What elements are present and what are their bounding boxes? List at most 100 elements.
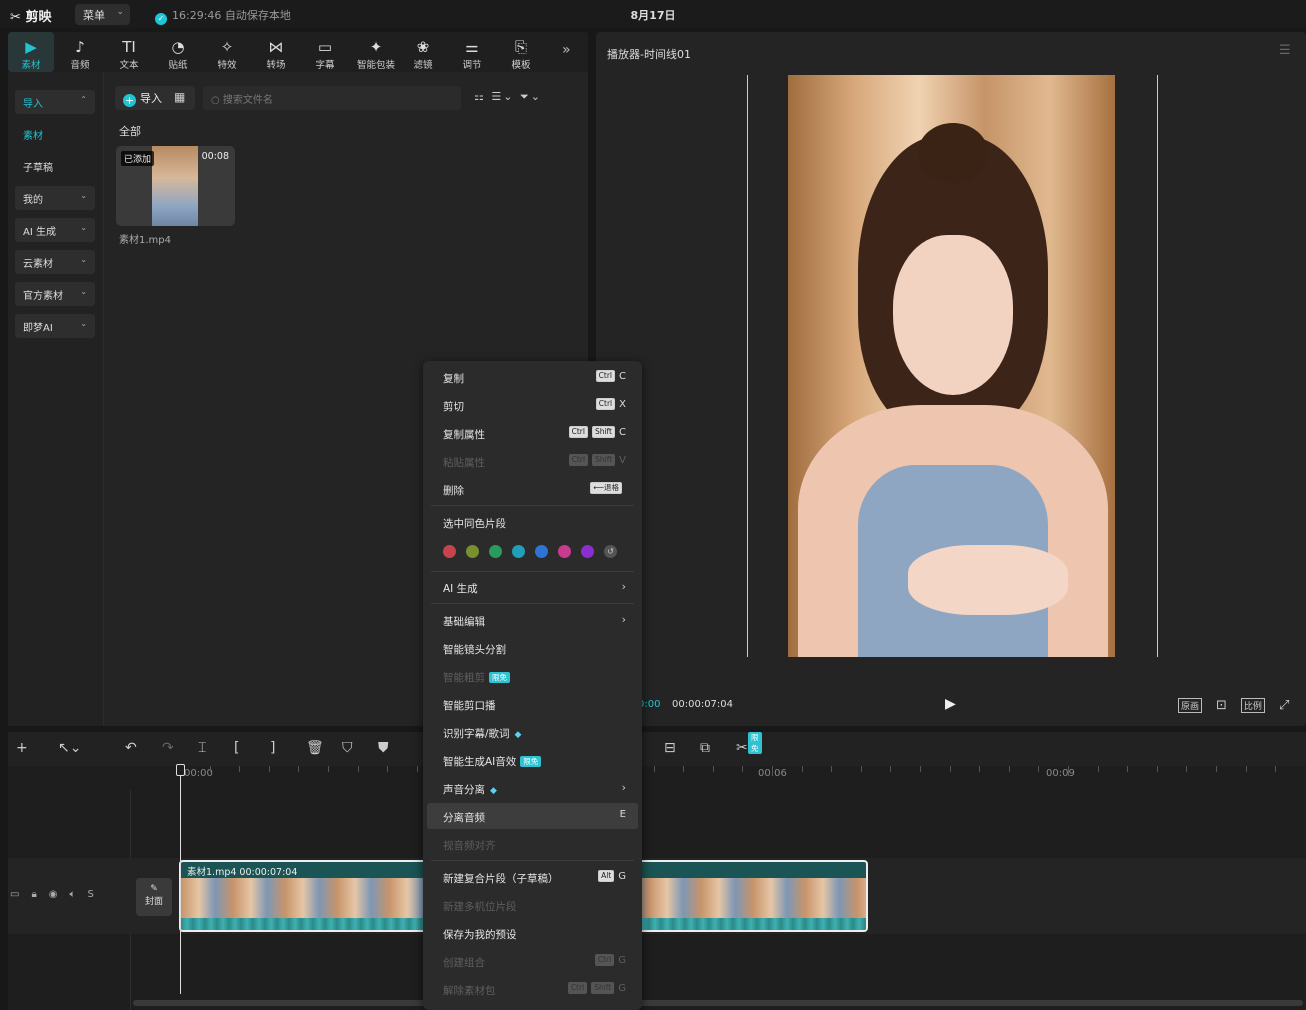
tab-audio[interactable]: ♪ 音频	[57, 32, 103, 72]
filter-sort-icon[interactable]: ⏷⌄	[520, 90, 542, 103]
solo-icon[interactable]: S	[88, 889, 94, 900]
key-backspace: ⟵退格	[590, 482, 622, 494]
tab-effects[interactable]: ✧ 特效	[204, 32, 250, 72]
select-tool-icon[interactable]: ↖⌄	[58, 740, 81, 756]
shield-icon[interactable]: ⛊	[378, 740, 389, 756]
tab-filter[interactable]: ❀ 滤镜	[400, 32, 446, 72]
fullscreen-icon[interactable]: ⤢	[1277, 698, 1291, 713]
menu-item-label: 解除素材包	[443, 985, 496, 997]
video-preview[interactable]	[788, 75, 1115, 657]
grid-icon[interactable]: ▦	[174, 90, 185, 104]
lock-icon[interactable]: 🔒︎	[31, 889, 36, 900]
menu-divider	[431, 505, 634, 506]
cover-button[interactable]: ✎ 封面	[136, 878, 172, 916]
sidebar-item-subdraft[interactable]: 子草稿	[15, 154, 95, 178]
sidebar-item-jimeng[interactable]: 即梦AI ⌄	[15, 314, 95, 338]
menu-item-separate-audio[interactable]: 分离音频 E	[427, 803, 638, 829]
tab-text[interactable]: TI 文本	[106, 32, 152, 72]
menu-item-voice-separation[interactable]: 声音分离 ◆ ›	[423, 775, 642, 801]
sidebar-item-media[interactable]: 素材	[15, 122, 95, 146]
original-quality-button[interactable]: 原画	[1178, 698, 1203, 713]
track-toggle-icon[interactable]: ▭	[10, 889, 19, 900]
timeline-scrollbar[interactable]	[133, 1000, 1303, 1006]
menu-item-delete[interactable]: 删除 ⟵退格	[423, 476, 642, 502]
ruler-tick	[357, 766, 359, 772]
tab-label: 素材	[21, 60, 41, 71]
duration-label: 00:08	[201, 151, 229, 162]
speaker-icon[interactable]: 🔈︎	[70, 889, 76, 900]
chevron-right-icon: ›	[621, 613, 626, 626]
split-icon[interactable]: ⌶	[198, 740, 206, 756]
menu-item-basic-edit[interactable]: 基础编辑 ›	[423, 607, 642, 633]
caption-edit-icon[interactable]: ⊟	[664, 740, 676, 756]
timeline-ruler[interactable]: 00:00 00:06 00:09	[180, 766, 1306, 788]
menu-item-save-preset[interactable]: 保存为我的预设	[423, 920, 642, 946]
delete-icon[interactable]: 🗑	[306, 740, 324, 756]
color-dot-green[interactable]	[489, 545, 502, 558]
tab-media[interactable]: ▶ 素材	[8, 32, 54, 72]
import-label: 导入	[140, 92, 162, 105]
tab-sticker[interactable]: ◔ 贴纸	[155, 32, 201, 72]
marker-icon[interactable]: ⛉	[342, 740, 353, 756]
redo-icon[interactable]: ↷	[162, 740, 174, 756]
ruler-label: 00:00	[184, 768, 213, 779]
hamburger-icon[interactable]: ☰	[1279, 43, 1291, 58]
menu-item-select-same-color[interactable]: 选中同色片段	[423, 509, 642, 535]
menu-item-copy-attributes[interactable]: 复制属性 Ctrl Shift C	[423, 420, 642, 446]
sidebar-item-ai-gen[interactable]: AI 生成 ⌄	[15, 218, 95, 242]
menu-item-smart-talk-cut[interactable]: 智能剪口播	[423, 691, 642, 717]
sidebar-item-official[interactable]: 官方素材 ⌄	[15, 282, 95, 306]
playhead-handle[interactable]	[176, 764, 185, 776]
media-thumbnail[interactable]: 已添加 00:08	[116, 146, 235, 226]
key-ctrl: Ctrl	[568, 426, 588, 438]
shortcut: Ctrl Shift V	[568, 454, 626, 466]
menu-item-ai-generate[interactable]: AI 生成 ›	[423, 574, 642, 600]
search-icon: ○	[211, 95, 220, 106]
menu-item-new-compound-clip[interactable]: 新建复合片段（子草稿） Alt G	[423, 864, 642, 890]
tab-adjust[interactable]: ⚌ 调节	[449, 32, 495, 72]
color-dot-blue[interactable]	[535, 545, 548, 558]
menu-divider	[431, 571, 634, 572]
menu-item-label: 删除	[443, 485, 464, 497]
add-track-icon[interactable]: +	[16, 740, 28, 756]
tab-subtitle[interactable]: ▭ 字幕	[302, 32, 348, 72]
eye-icon[interactable]: ◉	[49, 889, 58, 900]
color-dot-teal[interactable]	[512, 545, 525, 558]
reset-color-icon[interactable]: ↺	[604, 545, 617, 558]
undo-icon[interactable]: ↶	[125, 740, 137, 756]
menu-item-cut[interactable]: 剪切 Ctrl X	[423, 392, 642, 418]
tab-label: 特效	[217, 60, 237, 71]
ruler-tick	[387, 766, 389, 772]
chevron-down-icon: ⌄	[80, 319, 87, 328]
double-chevron-right-icon[interactable]: »	[562, 42, 571, 58]
menu-item-generate-ai-sfx[interactable]: 智能生成AI音效 限免	[423, 747, 642, 773]
sidebar-item-mine[interactable]: 我的 ⌄	[15, 186, 95, 210]
ratio-button[interactable]: 比例	[1240, 698, 1265, 713]
color-dot-red[interactable]	[443, 545, 456, 558]
sidebar-item-import[interactable]: 导入 ⌃	[15, 90, 95, 114]
playhead[interactable]	[180, 766, 181, 994]
sidebar-item-cloud[interactable]: 云素材 ⌄	[15, 250, 95, 274]
split-left-icon[interactable]: [	[234, 740, 239, 756]
tab-transition[interactable]: ⋈ 转场	[253, 32, 299, 72]
plus-icon: +	[123, 94, 136, 107]
tab-template[interactable]: ⎘ 模板	[498, 32, 544, 72]
menu-item-recognize-subtitles[interactable]: 识别字幕/歌词 ◆	[423, 719, 642, 745]
track-controls: ▭ 🔒︎ ◉ 🔈︎ S	[10, 889, 106, 900]
color-dot-pink[interactable]	[558, 545, 571, 558]
menu-item-copy[interactable]: 复制 Ctrl C	[423, 364, 642, 390]
tab-smart-pack[interactable]: ✦ 智能包装	[351, 32, 401, 72]
focus-icon[interactable]: ⊡	[1214, 698, 1229, 713]
color-dot-olive[interactable]	[466, 545, 479, 558]
menu-item-smart-shot-split[interactable]: 智能镜头分割	[423, 635, 642, 661]
play-button[interactable]: ▶	[945, 696, 956, 712]
smart-cut-icon[interactable]: ✂ 限免	[736, 732, 762, 756]
layout-icon[interactable]: ⚏	[474, 90, 486, 103]
search-input[interactable]: ○ 搜索文件名	[203, 86, 461, 110]
sort-icon[interactable]: ☰⌄	[491, 90, 514, 103]
media-icon: ▶	[25, 38, 37, 56]
preview-hands	[908, 545, 1068, 615]
split-right-icon[interactable]: ]	[270, 740, 275, 756]
color-dot-purple[interactable]	[581, 545, 594, 558]
mirror-icon[interactable]: ⧉	[700, 740, 710, 756]
